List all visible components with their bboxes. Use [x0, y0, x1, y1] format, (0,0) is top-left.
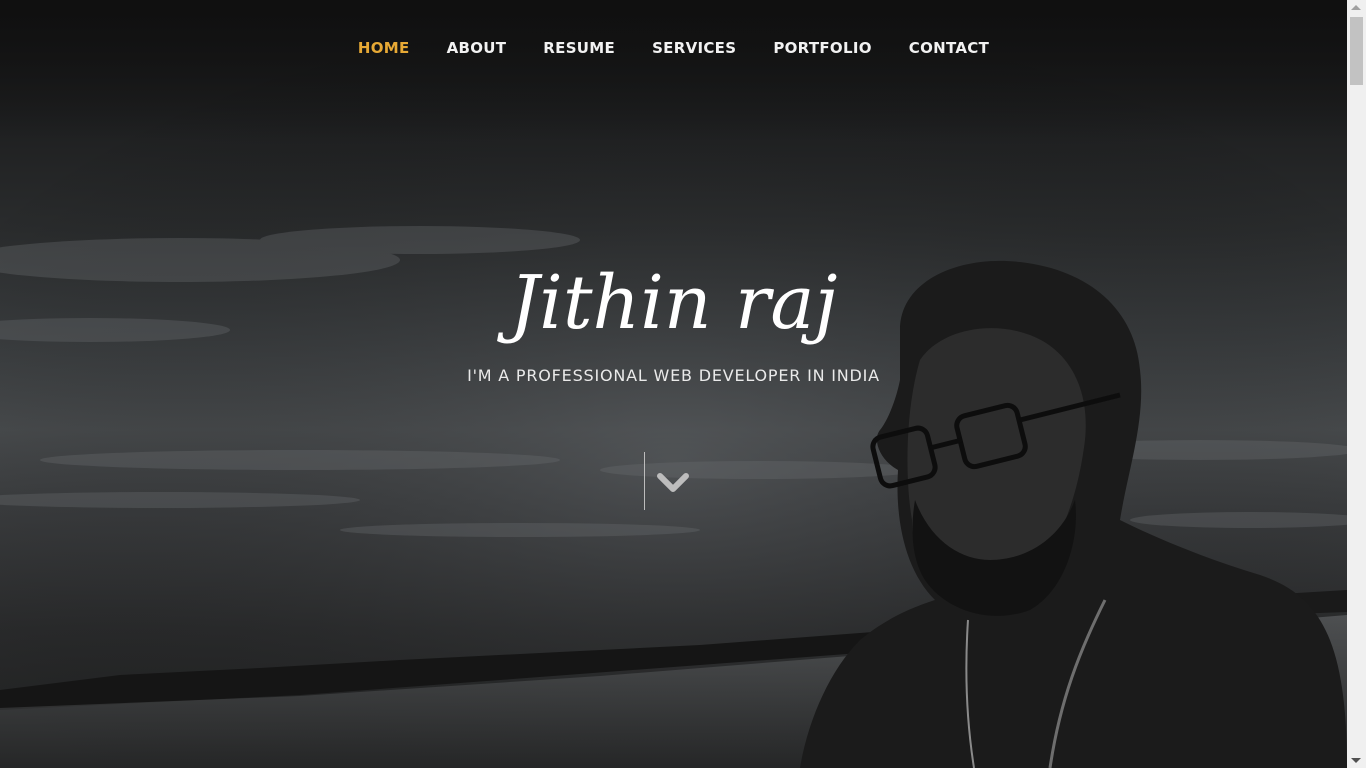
- scroll-up-arrow-icon[interactable]: [1351, 5, 1361, 10]
- scroll-down-button[interactable]: [656, 468, 690, 498]
- scrollbar-thumb[interactable]: [1350, 17, 1363, 85]
- main-nav: HOME ABOUT RESUME SERVICES PORTFOLIO CON…: [0, 0, 1347, 96]
- scroll-down-arrow-icon[interactable]: [1351, 758, 1361, 763]
- nav-portfolio[interactable]: PORTFOLIO: [773, 39, 871, 57]
- nav-resume[interactable]: RESUME: [543, 39, 615, 57]
- hero-subtitle: I'M A PROFESSIONAL WEB DEVELOPER IN INDI…: [467, 366, 880, 385]
- nav-about[interactable]: ABOUT: [447, 39, 507, 57]
- nav-contact[interactable]: CONTACT: [909, 39, 989, 57]
- scroll-divider: [644, 452, 645, 510]
- page-scrollbar[interactable]: [1347, 0, 1366, 768]
- nav-home[interactable]: HOME: [358, 39, 410, 57]
- hero-section: HOME ABOUT RESUME SERVICES PORTFOLIO CON…: [0, 0, 1347, 768]
- chevron-down-icon: [657, 473, 689, 492]
- nav-services[interactable]: SERVICES: [652, 39, 736, 57]
- hero-title: Jithin raj: [509, 260, 838, 346]
